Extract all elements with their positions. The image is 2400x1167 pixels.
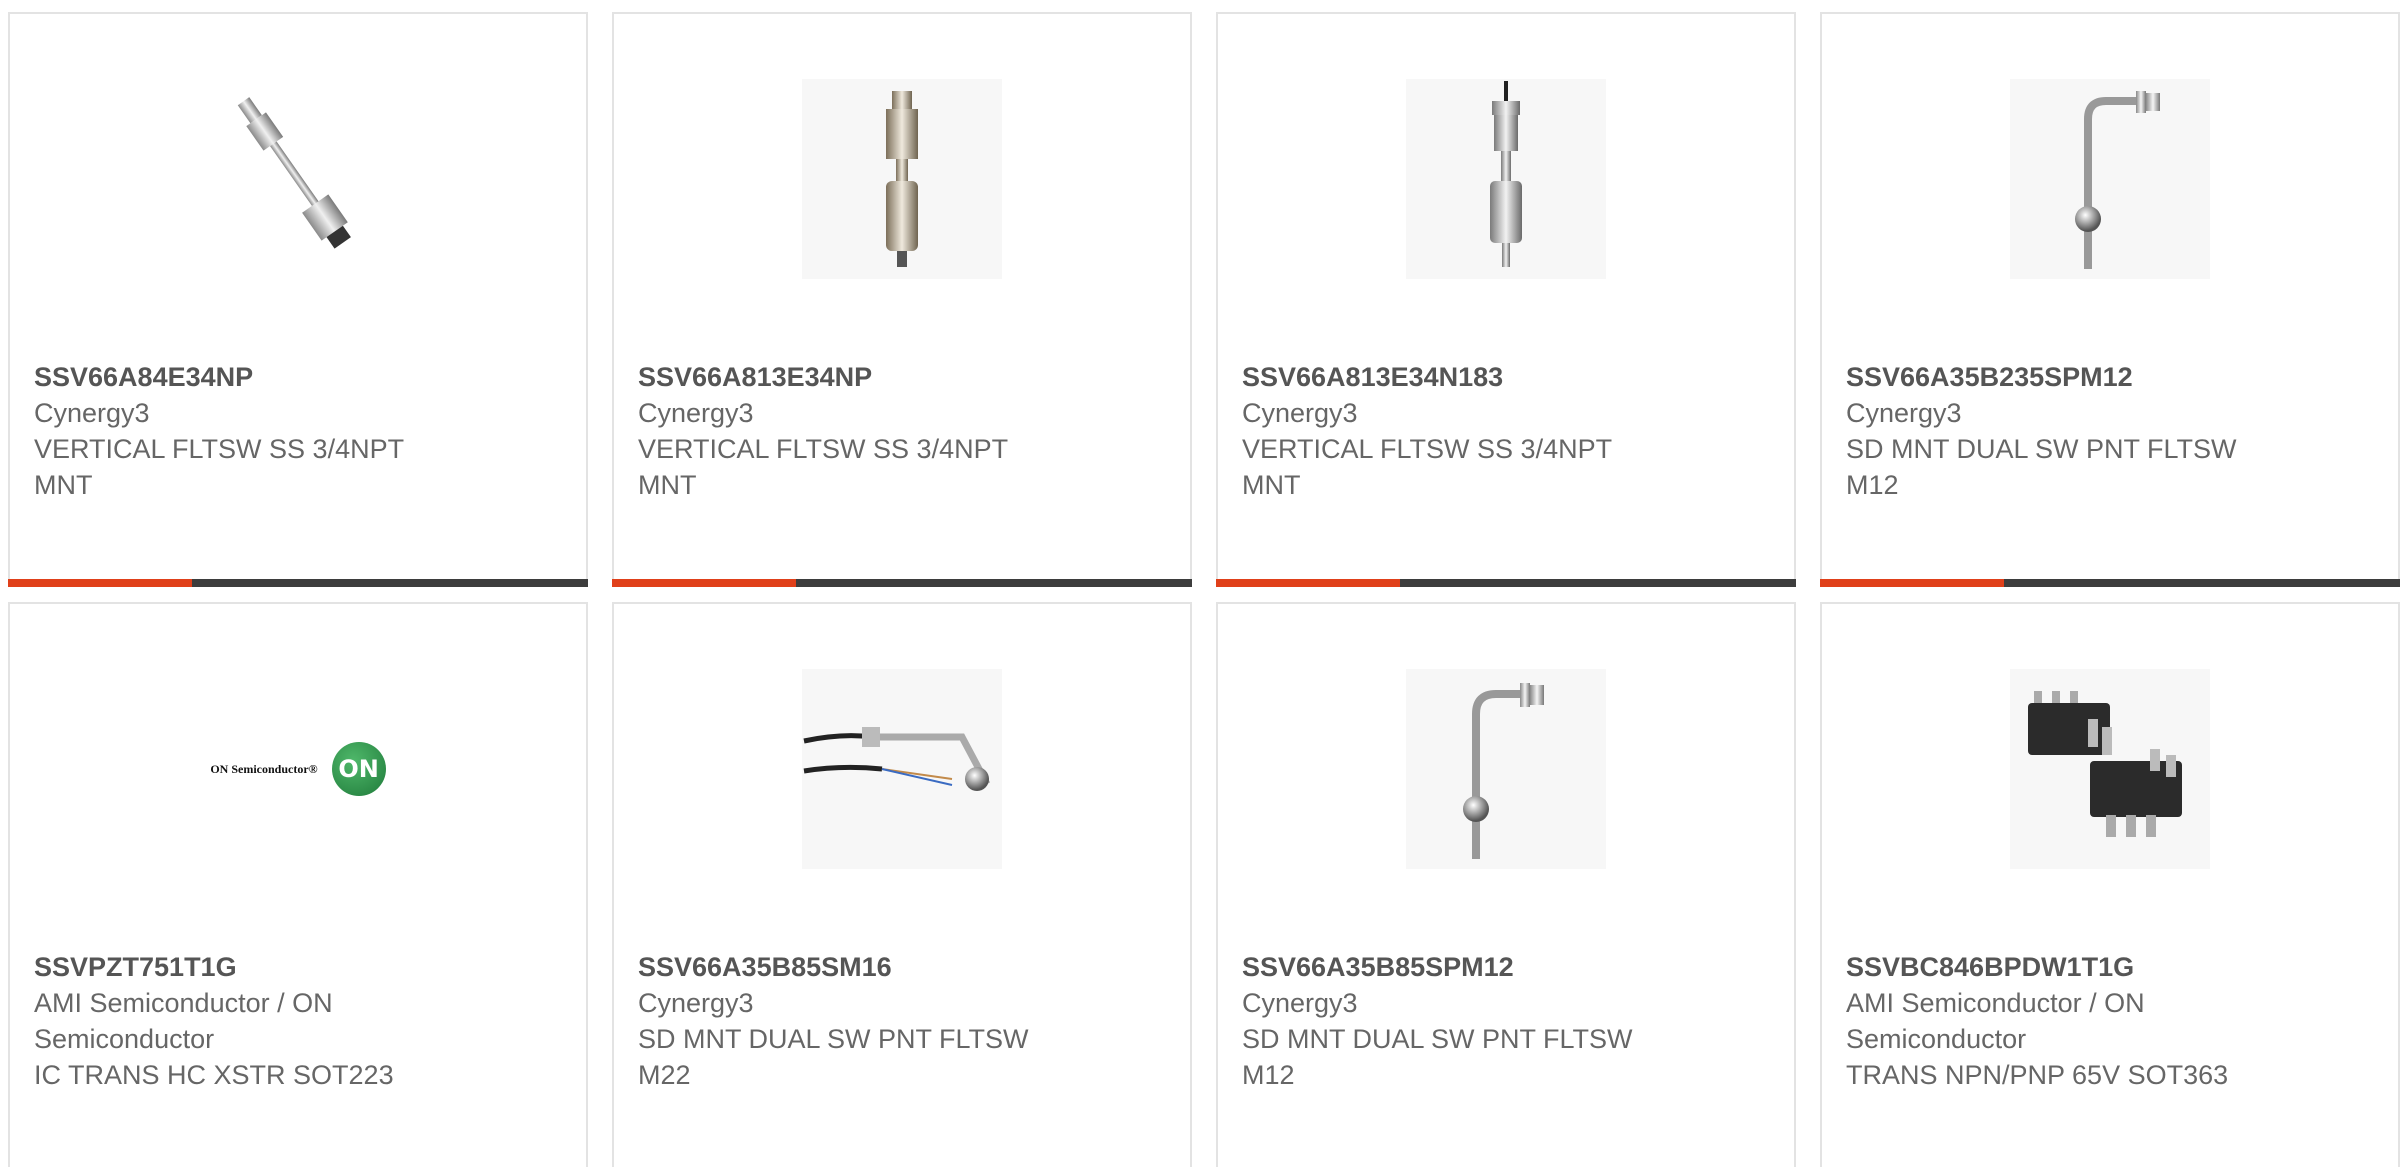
manufacturer-label: Cynergy3 <box>1242 988 1358 1018</box>
product-info: SSV66A35B85SM16 Cynergy3 SD MNT DUAL SW … <box>638 949 1058 1093</box>
product-image-area <box>10 14 586 344</box>
part-number-link[interactable]: SSVPZT751T1G <box>34 949 454 985</box>
description-label: VERTICAL FLTSW SS 3/4NPT MNT <box>1242 434 1612 500</box>
product-image-area <box>1822 604 2398 934</box>
manufacturer-label: AMI Semiconductor / ON Semiconductor <box>34 988 333 1054</box>
part-number-link[interactable]: SSV66A813E34N183 <box>1242 359 1662 395</box>
product-info: SSV66A35B85SPM12 Cynergy3 SD MNT DUAL SW… <box>1242 949 1662 1093</box>
description-label: VERTICAL FLTSW SS 3/4NPT MNT <box>34 434 404 500</box>
description-label: TRANS NPN/PNP 65V SOT363 <box>1846 1060 2229 1090</box>
card-accent-bar <box>1820 579 2004 587</box>
description-label: SD MNT DUAL SW PNT FLTSW M22 <box>638 1024 1029 1090</box>
manufacturer-label: Cynergy3 <box>638 988 754 1018</box>
product-image-area <box>614 604 1190 934</box>
card-bottom-bar <box>1820 579 2400 587</box>
float-switch-angled-icon <box>198 79 398 279</box>
manufacturer-label: Cynergy3 <box>638 398 754 428</box>
product-info: SSV66A813E34N183 Cynergy3 VERTICAL FLTSW… <box>1242 359 1662 503</box>
product-grid: SSV66A84E34NP Cynergy3 VERTICAL FLTSW SS… <box>0 0 2400 1167</box>
part-number-link[interactable]: SSV66A35B85SM16 <box>638 949 1058 985</box>
product-card[interactable]: SSV66A35B235SPM12 Cynergy3 SD MNT DUAL S… <box>1820 12 2400 587</box>
product-info: SSV66A35B235SPM12 Cynergy3 SD MNT DUAL S… <box>1846 359 2266 503</box>
part-number-link[interactable]: SSV66A813E34NP <box>638 359 1058 395</box>
float-switch-vertical-icon <box>802 79 1002 279</box>
product-card[interactable]: SSV66A813E34NP Cynergy3 VERTICAL FLTSW S… <box>612 12 1192 587</box>
on-semiconductor-logo: ON Semiconductor® ON <box>178 734 418 804</box>
float-switch-side-mount-icon <box>2010 79 2210 279</box>
manufacturer-label: Cynergy3 <box>34 398 150 428</box>
sot363-chip-icon <box>2010 669 2210 869</box>
part-number-link[interactable]: SSV66A35B235SPM12 <box>1846 359 2266 395</box>
part-number-link[interactable]: SSV66A35B85SPM12 <box>1242 949 1662 985</box>
product-image-area <box>1822 14 2398 344</box>
description-label: VERTICAL FLTSW SS 3/4NPT MNT <box>638 434 1008 500</box>
product-info: SSV66A813E34NP Cynergy3 VERTICAL FLTSW S… <box>638 359 1058 503</box>
product-image-area: ON Semiconductor® ON <box>10 604 586 934</box>
card-accent-bar <box>1216 579 1400 587</box>
product-card[interactable]: SSV66A813E34N183 Cynergy3 VERTICAL FLTSW… <box>1216 12 1796 587</box>
float-switch-cable-icon <box>1406 79 1606 279</box>
card-accent-bar <box>612 579 796 587</box>
card-accent-bar <box>8 579 192 587</box>
card-bottom-bar <box>612 579 1192 587</box>
description-label: IC TRANS HC XSTR SOT223 <box>34 1060 394 1090</box>
product-info: SSV66A84E34NP Cynergy3 VERTICAL FLTSW SS… <box>34 359 454 503</box>
product-card[interactable]: SSV66A84E34NP Cynergy3 VERTICAL FLTSW SS… <box>8 12 588 587</box>
part-number-link[interactable]: SSV66A84E34NP <box>34 359 454 395</box>
product-image-area <box>1218 14 1794 344</box>
description-label: SD MNT DUAL SW PNT FLTSW M12 <box>1846 434 2237 500</box>
product-card[interactable]: SSV66A35B85SM16 Cynergy3 SD MNT DUAL SW … <box>612 602 1192 1167</box>
product-card[interactable]: SSV66A35B85SPM12 Cynergy3 SD MNT DUAL SW… <box>1216 602 1796 1167</box>
card-bottom-bar <box>1216 579 1796 587</box>
part-number-link[interactable]: SSVBC846BPDW1T1G <box>1846 949 2266 985</box>
product-card[interactable]: SSVBC846BPDW1T1G AMI Semiconductor / ON … <box>1820 602 2400 1167</box>
logo-badge: ON <box>331 742 386 796</box>
product-card[interactable]: ON Semiconductor® ON SSVPZT751T1G AMI Se… <box>8 602 588 1167</box>
manufacturer-label: AMI Semiconductor / ON Semiconductor <box>1846 988 2145 1054</box>
card-bottom-bar <box>8 579 588 587</box>
manufacturer-label: Cynergy3 <box>1242 398 1358 428</box>
product-image-area <box>614 14 1190 344</box>
logo-text: ON Semiconductor® <box>210 761 318 776</box>
product-info: SSVBC846BPDW1T1G AMI Semiconductor / ON … <box>1846 949 2266 1093</box>
description-label: SD MNT DUAL SW PNT FLTSW M12 <box>1242 1024 1633 1090</box>
product-image-area <box>1218 604 1794 934</box>
product-info: SSVPZT751T1G AMI Semiconductor / ON Semi… <box>34 949 454 1093</box>
float-switch-wired-icon <box>802 669 1002 869</box>
float-switch-side-mount-icon <box>1406 669 1606 869</box>
manufacturer-label: Cynergy3 <box>1846 398 1962 428</box>
